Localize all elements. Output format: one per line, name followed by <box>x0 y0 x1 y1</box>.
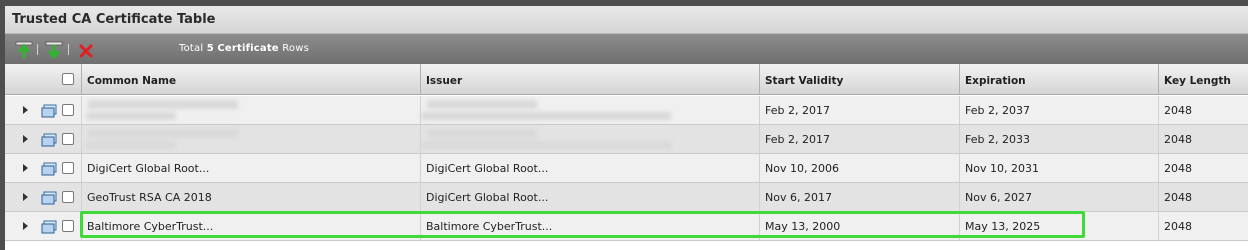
window-title: Trusted CA Certificate Table <box>12 12 216 27</box>
cell-issuer: DigiCert Global Root... <box>420 154 760 182</box>
export-icon[interactable] <box>45 41 63 60</box>
redacted-text <box>86 141 176 149</box>
cell-start-validity: Nov 6, 2017 <box>759 183 959 211</box>
row-checkbox[interactable] <box>62 220 74 232</box>
cell-start-validity-text: Nov 10, 2006 <box>765 162 839 175</box>
redacted-text <box>427 129 537 138</box>
cell-start-validity-text: Feb 2, 2017 <box>765 133 830 146</box>
cell-common-name-text: GeoTrust RSA CA 2018 <box>87 191 212 204</box>
cell-expiration-text: Nov 10, 2031 <box>965 162 1039 175</box>
expand-row-icon[interactable] <box>23 222 28 230</box>
table-row[interactable]: Feb 2, 2017 Feb 2, 2037 2048 <box>5 96 1248 125</box>
row-checkbox[interactable] <box>62 133 74 145</box>
cell-issuer <box>420 96 760 124</box>
row-checkbox[interactable] <box>62 162 74 174</box>
column-header-expiration[interactable]: Expiration <box>959 64 1159 95</box>
redacted-text <box>86 112 176 120</box>
cell-issuer-text: DigiCert Global Root... <box>426 191 549 204</box>
cell-expiration-text: Feb 2, 2037 <box>965 104 1030 117</box>
delete-icon[interactable] <box>77 41 95 59</box>
expand-row-icon[interactable] <box>23 164 28 172</box>
row-count-label: Total 5 Certificate Rows <box>179 43 309 54</box>
certificate-table-window: Trusted CA Certificate Table Total 5 Cer… <box>0 0 1248 250</box>
certificate-icon <box>41 220 57 234</box>
cell-expiration: Nov 6, 2027 <box>959 183 1159 211</box>
redacted-text <box>88 129 238 138</box>
cell-start-validity-text: Nov 6, 2017 <box>765 191 832 204</box>
cell-common-name <box>81 96 421 124</box>
column-header-start-validity[interactable]: Start Validity <box>759 64 959 95</box>
total-mid: Certificate <box>217 43 279 54</box>
table-row[interactable]: GeoTrust RSA CA 2018 DigiCert Global Root… <box>5 183 1248 212</box>
cell-expiration: Feb 2, 2033 <box>959 125 1159 153</box>
table-header: Common Name Issuer Start Validity Expira… <box>5 64 1248 95</box>
total-count: 5 <box>206 43 214 54</box>
redacted-text <box>421 141 671 149</box>
cell-expiration-text: Nov 6, 2027 <box>965 191 1032 204</box>
total-prefix: Total <box>179 43 204 54</box>
cell-common-name <box>81 125 421 153</box>
cell-expiration: Nov 10, 2031 <box>959 154 1159 182</box>
cell-key-length: 2048 <box>1158 96 1248 124</box>
cell-key-length-text: 2048 <box>1164 133 1192 146</box>
redacted-text <box>88 100 238 109</box>
redacted-text <box>427 100 537 109</box>
expand-row-icon[interactable] <box>23 106 28 114</box>
title-bar: Trusted CA Certificate Table <box>5 6 1248 34</box>
import-icon[interactable] <box>15 41 33 59</box>
cell-key-length-text: 2048 <box>1164 162 1192 175</box>
row-checkbox[interactable] <box>62 191 74 203</box>
column-header-issuer[interactable]: Issuer <box>420 64 760 95</box>
cell-start-validity-text: Feb 2, 2017 <box>765 104 830 117</box>
toolbar-separator <box>37 44 38 55</box>
certificate-icon <box>41 133 57 147</box>
row-checkbox[interactable] <box>62 104 74 116</box>
certificate-icon <box>41 104 57 118</box>
row-highlight-box <box>80 211 1085 238</box>
toolbar: Total 5 Certificate Rows <box>5 34 1248 64</box>
cell-expiration-text: Feb 2, 2033 <box>965 133 1030 146</box>
cell-key-length-text: 2048 <box>1164 104 1192 117</box>
certificate-icon <box>41 162 57 176</box>
total-suffix: Rows <box>282 43 309 54</box>
column-header-key-length[interactable]: Key Length <box>1158 64 1248 95</box>
cell-key-length: 2048 <box>1158 183 1248 211</box>
expand-row-icon[interactable] <box>23 193 28 201</box>
column-header-common-name[interactable]: Common Name <box>81 64 421 95</box>
toolbar-separator <box>68 44 69 55</box>
cell-key-length-text: 2048 <box>1164 220 1192 233</box>
table-row[interactable]: Feb 2, 2017 Feb 2, 2033 2048 <box>5 125 1248 154</box>
cell-common-name-text: DigiCert Global Root... <box>87 162 210 175</box>
cell-key-length: 2048 <box>1158 125 1248 153</box>
cell-common-name: GeoTrust RSA CA 2018 <box>81 183 421 211</box>
cell-issuer-text: DigiCert Global Root... <box>426 162 549 175</box>
cell-key-length-text: 2048 <box>1164 191 1192 204</box>
cell-issuer <box>420 125 760 153</box>
cell-key-length: 2048 <box>1158 154 1248 182</box>
redacted-text <box>421 112 671 120</box>
select-all-checkbox[interactable] <box>62 73 74 85</box>
certificate-icon <box>41 191 57 205</box>
expand-row-icon[interactable] <box>23 135 28 143</box>
cell-start-validity: Feb 2, 2017 <box>759 96 959 124</box>
cell-start-validity: Nov 10, 2006 <box>759 154 959 182</box>
cell-start-validity: Feb 2, 2017 <box>759 125 959 153</box>
cell-key-length: 2048 <box>1158 212 1248 240</box>
cell-expiration: Feb 2, 2037 <box>959 96 1159 124</box>
table-row[interactable]: DigiCert Global Root... DigiCert Global R… <box>5 154 1248 183</box>
cell-common-name: DigiCert Global Root... <box>81 154 421 182</box>
cell-issuer: DigiCert Global Root... <box>420 183 760 211</box>
